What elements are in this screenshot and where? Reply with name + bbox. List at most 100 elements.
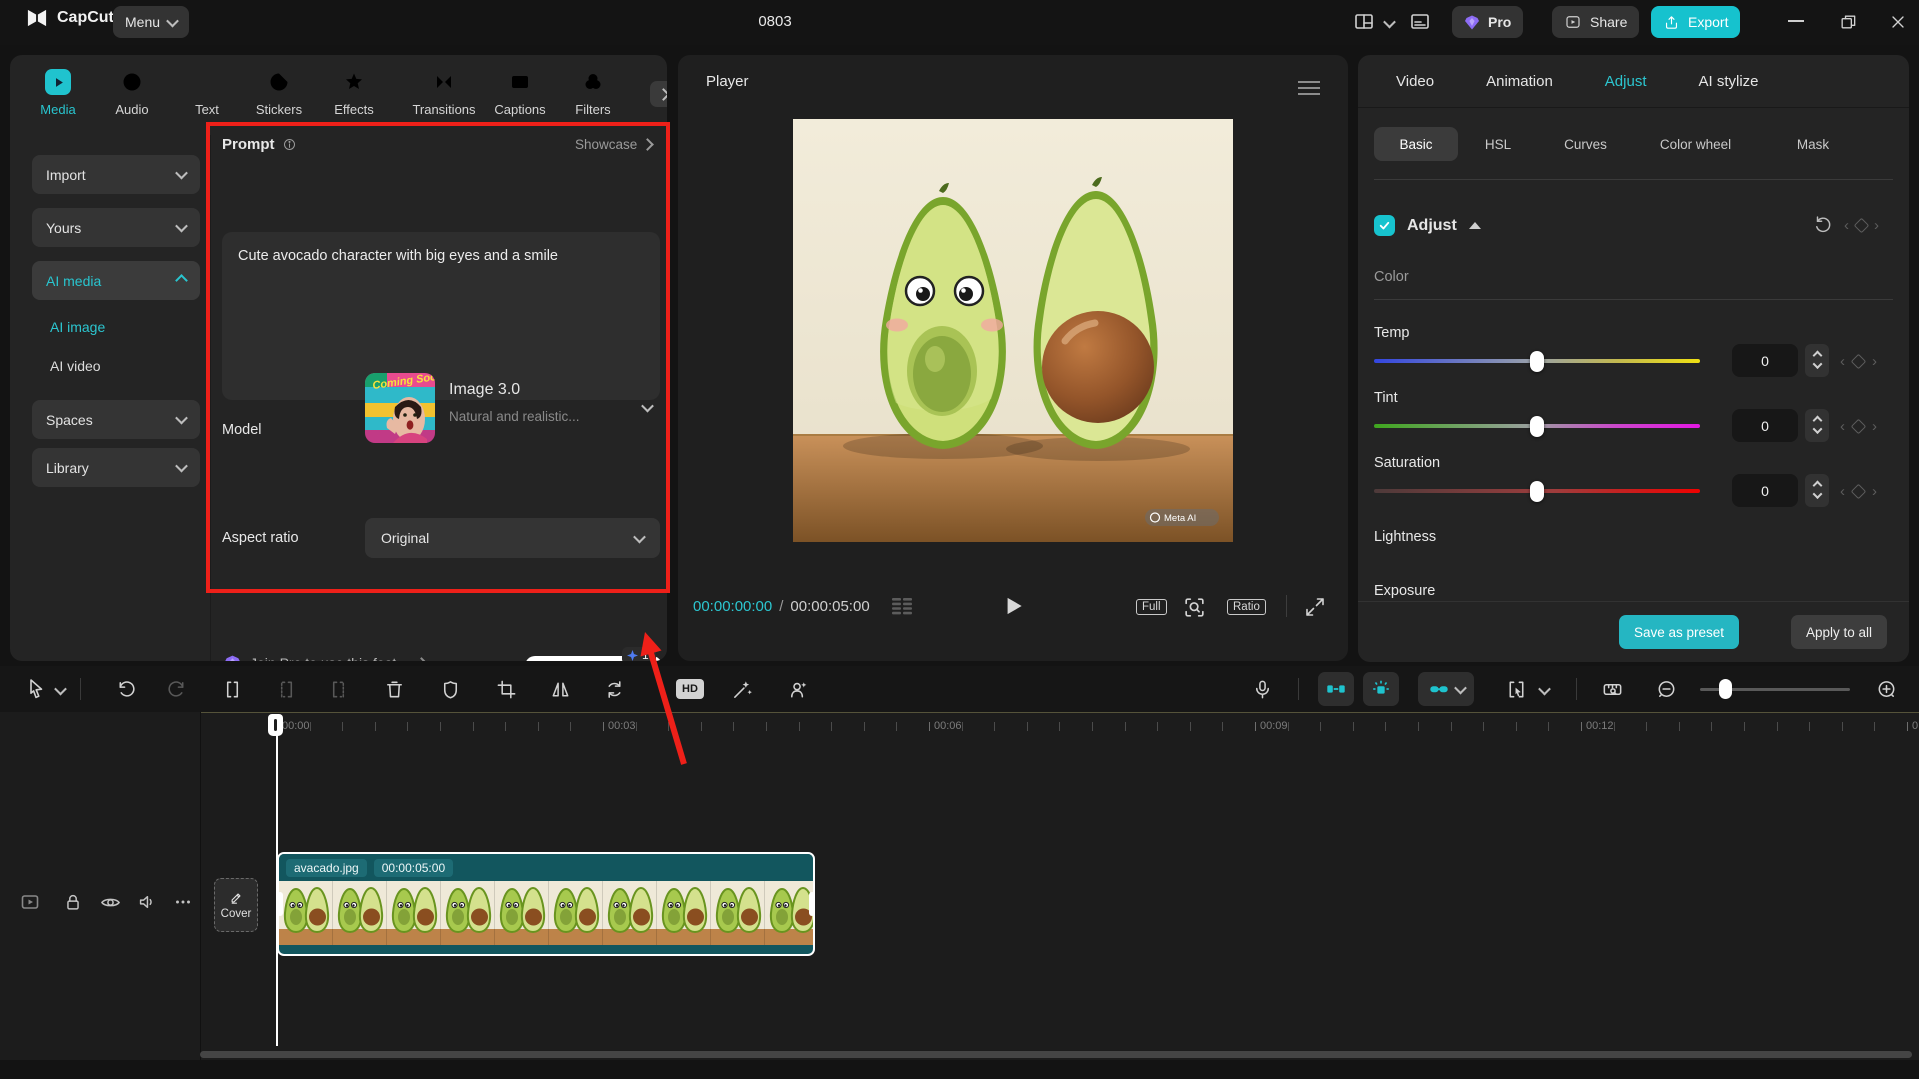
save-preset-button[interactable]: Save as preset [1619,615,1739,649]
rotate-icon[interactable] [600,675,628,703]
select-tool-icon[interactable] [22,675,50,703]
full-preview-button[interactable]: Full [1136,599,1167,615]
layout-panels-icon[interactable] [1352,10,1376,34]
magic-wand-icon[interactable] [728,675,756,703]
tab-stickers[interactable]: Stickers [247,69,311,117]
saturation-value[interactable]: 0 [1732,474,1798,507]
cursor-mode-chevron-icon[interactable] [1538,683,1551,696]
restore-window-icon[interactable] [1838,12,1858,32]
mute-track-icon[interactable] [136,891,158,913]
magnetic-snap-button[interactable] [1318,672,1354,706]
fullscreen-icon[interactable] [1303,595,1327,619]
apply-all-button[interactable]: Apply to all [1791,615,1887,649]
share-button[interactable]: Share [1552,6,1639,38]
tab-ai-stylize[interactable]: AI stylize [1699,73,1759,90]
model-dropdown[interactable]: Coming Soon! Image 3.0 Natural and reali… [365,373,660,443]
clip-left-handle[interactable] [277,892,283,916]
showcase-link[interactable]: Showcase [575,137,652,152]
timeline-scale-icon[interactable] [1598,675,1626,703]
pro-badge[interactable]: Pro [1452,6,1523,38]
auto-preview-button[interactable] [1363,672,1399,706]
cover-button[interactable]: Cover [214,878,258,932]
join-pro-link[interactable]: Join Pro to use this feat... [224,655,426,661]
horizontal-scrollbar[interactable] [200,1051,1912,1058]
keyframe-diamond-icon[interactable] [1854,218,1870,234]
export-button[interactable]: Export [1651,6,1740,38]
timeline-area[interactable]: 00:0000:0300:0600:0900:120 Cover avacado… [0,712,1919,1060]
temp-keyframe-nav[interactable]: ‹› [1840,353,1910,370]
split-icon[interactable] [218,675,246,703]
tab-audio[interactable]: Audio [100,69,164,117]
split-left-icon[interactable] [272,675,300,703]
tint-keyframe-nav[interactable]: ‹› [1840,418,1910,435]
tab-adjust[interactable]: Adjust [1605,73,1647,90]
hide-track-icon[interactable] [99,891,122,914]
track-more-icon[interactable] [172,891,194,913]
zoom-in-icon[interactable] [1872,675,1900,703]
saturation-slider-thumb[interactable] [1530,481,1544,502]
sidebar-item-library[interactable]: Library [32,448,200,487]
timeline-ruler[interactable]: 00:0000:0300:0600:0900:120 [200,712,1919,743]
lock-track-icon[interactable] [62,891,84,913]
tint-value[interactable]: 0 [1732,409,1798,442]
sidebar-item-ai-video[interactable]: AI video [50,346,101,386]
zoom-out-icon[interactable] [1652,675,1680,703]
subtab-mask[interactable]: Mask [1758,137,1868,152]
playhead-handle[interactable] [268,714,283,736]
subtab-basic[interactable]: Basic [1374,127,1458,161]
crop-icon[interactable] [492,675,520,703]
clip-right-handle[interactable] [809,892,815,916]
saturation-stepper[interactable] [1805,474,1829,507]
subtab-hsl[interactable]: HSL [1458,137,1538,152]
tab-effects[interactable]: Effects [322,69,386,117]
tab-filters[interactable]: Filters [561,69,625,117]
timeline-clip[interactable]: avacado.jpg 00:00:05:00 [277,852,815,956]
redo-icon[interactable] [162,675,190,703]
subtab-color-wheel[interactable]: Color wheel [1633,137,1758,152]
ratio-button[interactable]: Ratio [1227,599,1266,615]
cursor-mode-icon[interactable] [1502,675,1530,703]
tint-slider-thumb[interactable] [1530,416,1544,437]
player-menu-icon[interactable] [1298,77,1320,99]
split-right-icon[interactable] [324,675,352,703]
frame-view-icon[interactable] [891,597,913,615]
keyframe-next-icon[interactable]: › [1874,217,1879,234]
reset-icon[interactable] [1812,213,1834,235]
saturation-keyframe-nav[interactable]: ‹› [1840,483,1910,500]
zoom-fit-icon[interactable] [1182,595,1207,620]
record-voiceover-icon[interactable] [1248,675,1276,703]
tab-video[interactable]: Video [1396,73,1434,90]
close-window-icon[interactable] [1888,12,1908,32]
sidebar-item-yours[interactable]: Yours [32,208,200,247]
adjust-checkbox[interactable] [1374,215,1395,236]
tab-text[interactable]: Text [175,69,239,117]
mirror-icon[interactable] [546,675,574,703]
tab-transitions[interactable]: Transitions [404,69,484,117]
minimize-icon[interactable] [1788,20,1804,22]
playhead-line[interactable] [276,714,278,1046]
portrait-cutout-icon[interactable] [784,675,812,703]
tab-animation[interactable]: Animation [1486,73,1553,90]
aspect-ratio-dropdown[interactable]: Original [365,518,660,558]
sidebar-item-import[interactable]: Import [32,155,200,194]
more-tabs-button[interactable] [650,81,667,107]
hd-button[interactable]: HD [676,679,704,699]
collapse-icon[interactable] [1469,222,1481,229]
tab-captions[interactable]: Captions [488,69,552,117]
play-button[interactable] [1000,593,1026,619]
sidebar-item-ai-image[interactable]: AI image [50,307,105,347]
undo-icon[interactable] [112,675,140,703]
sidebar-item-spaces[interactable]: Spaces [32,400,200,439]
preview-image[interactable]: Meta AI [793,119,1233,542]
mask-icon[interactable] [436,675,464,703]
select-tool-chevron-icon[interactable] [54,683,67,696]
menu-button[interactable]: Menu [113,6,189,38]
tab-media[interactable]: Media [26,69,90,117]
delete-icon[interactable] [380,675,408,703]
subtab-curves[interactable]: Curves [1538,137,1633,152]
layout-list-icon[interactable] [1408,10,1432,34]
keyframe-nav[interactable]: ‹ › [1844,217,1879,234]
link-clips-button[interactable] [1418,672,1474,706]
tint-stepper[interactable] [1805,409,1829,442]
temp-slider-thumb[interactable] [1530,351,1544,372]
